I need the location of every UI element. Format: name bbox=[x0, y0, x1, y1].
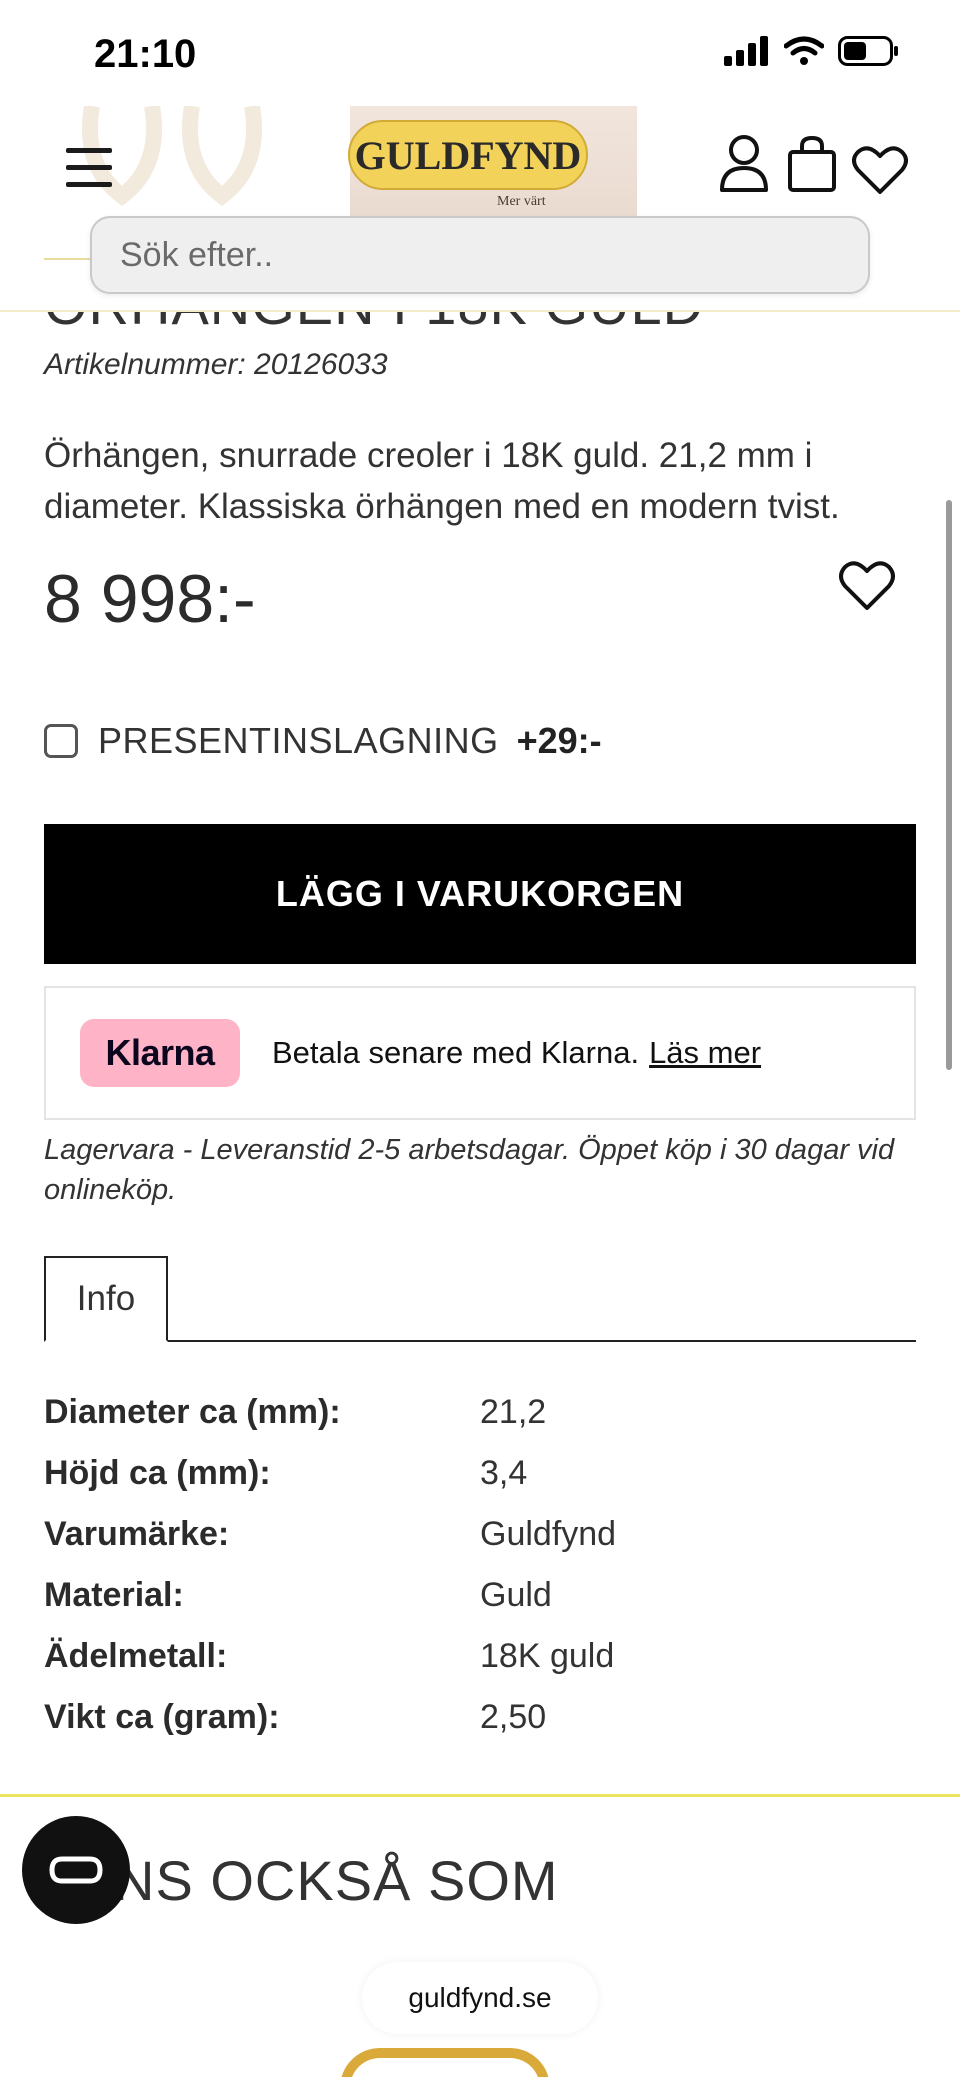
signal-icon bbox=[724, 36, 768, 66]
spec-key: Vikt ca (gram): bbox=[44, 1698, 280, 1736]
spec-key: Diameter ca (mm): bbox=[44, 1393, 341, 1431]
klarna-read-more-link[interactable]: Läs mer bbox=[649, 1035, 761, 1071]
spec-key: Ädelmetall: bbox=[44, 1637, 228, 1675]
menu-icon[interactable] bbox=[66, 148, 112, 188]
spec-key: Varumärke: bbox=[44, 1515, 230, 1553]
chat-icon bbox=[49, 1856, 103, 1884]
wifi-icon bbox=[784, 36, 824, 65]
tab-info[interactable]: Info bbox=[44, 1256, 168, 1342]
scrollbar[interactable] bbox=[946, 500, 952, 1070]
product-price: 8 998:- bbox=[44, 561, 256, 637]
status-bar: 21:10 bbox=[0, 0, 960, 106]
add-to-wishlist-heart-icon[interactable] bbox=[838, 558, 896, 612]
add-to-cart-button[interactable]: LÄGG I VARUKORGEN bbox=[44, 824, 916, 964]
klarna-banner: Klarna Betala senare med Klarna. Läs mer bbox=[44, 986, 916, 1120]
spec-row: Vikt ca (gram): 2,50 bbox=[44, 1687, 924, 1748]
cart-icon[interactable] bbox=[786, 134, 838, 194]
logo-text: GULDFYND bbox=[354, 132, 582, 178]
spec-value: Guldfynd bbox=[480, 1515, 617, 1553]
status-icons bbox=[724, 36, 900, 66]
search-input[interactable] bbox=[92, 218, 868, 292]
spec-value: 21,2 bbox=[480, 1393, 547, 1431]
status-time: 21:10 bbox=[94, 32, 197, 76]
product-description: Örhängen, snurrade creoler i 18K guld. 2… bbox=[44, 436, 840, 526]
spec-value: 2,50 bbox=[480, 1698, 547, 1736]
spec-row: Ädelmetall: 18K guld bbox=[44, 1626, 924, 1687]
site-header: GULDFYND Mer värt bbox=[0, 106, 960, 312]
related-section-title: NS OCKSÅ SOM bbox=[114, 1849, 559, 1912]
article-number: Artikelnummer: 20126033 bbox=[44, 348, 388, 381]
spec-key: Höjd ca (mm): bbox=[44, 1454, 271, 1492]
header-divider bbox=[0, 310, 960, 312]
spec-key: Material: bbox=[44, 1576, 184, 1614]
spec-row: Diameter ca (mm): 21,2 bbox=[44, 1382, 924, 1443]
spec-value: 3,4 bbox=[480, 1454, 528, 1492]
chat-button[interactable] bbox=[22, 1816, 130, 1924]
product-image-peek bbox=[340, 2048, 550, 2077]
gift-wrap-price: +29:- bbox=[516, 720, 602, 761]
gift-wrap-label: PRESENTINSLAGNING bbox=[98, 720, 499, 761]
spec-row: Material: Guld bbox=[44, 1565, 924, 1626]
account-icon[interactable] bbox=[718, 134, 770, 194]
klarna-text: Betala senare med Klarna. bbox=[272, 1035, 640, 1070]
battery-icon bbox=[838, 36, 898, 66]
logo[interactable]: GULDFYND bbox=[348, 120, 588, 190]
spec-row: Höjd ca (mm): 3,4 bbox=[44, 1443, 924, 1504]
wishlist-icon[interactable] bbox=[852, 144, 908, 196]
gift-wrap-checkbox[interactable] bbox=[44, 724, 78, 758]
spec-row: Varumärke: Guldfynd bbox=[44, 1504, 924, 1565]
search-box[interactable] bbox=[90, 216, 870, 294]
logo-tagline: Mer värt bbox=[497, 194, 546, 209]
url-bar[interactable]: guldfynd.se bbox=[362, 1962, 598, 2034]
klarna-logo: Klarna bbox=[80, 1019, 240, 1087]
gift-wrap-option[interactable]: PRESENTINSLAGNING +29:- bbox=[44, 720, 602, 762]
spec-table: Diameter ca (mm): 21,2 Höjd ca (mm): 3,4… bbox=[44, 1382, 924, 1748]
tab-bar: Info bbox=[44, 1256, 916, 1342]
section-divider bbox=[0, 1794, 960, 1797]
spec-value: 18K guld bbox=[480, 1637, 615, 1675]
stock-info: Lagervara - Leveranstid 2-5 arbetsdagar.… bbox=[44, 1134, 895, 1206]
spec-value: Guld bbox=[480, 1576, 552, 1614]
